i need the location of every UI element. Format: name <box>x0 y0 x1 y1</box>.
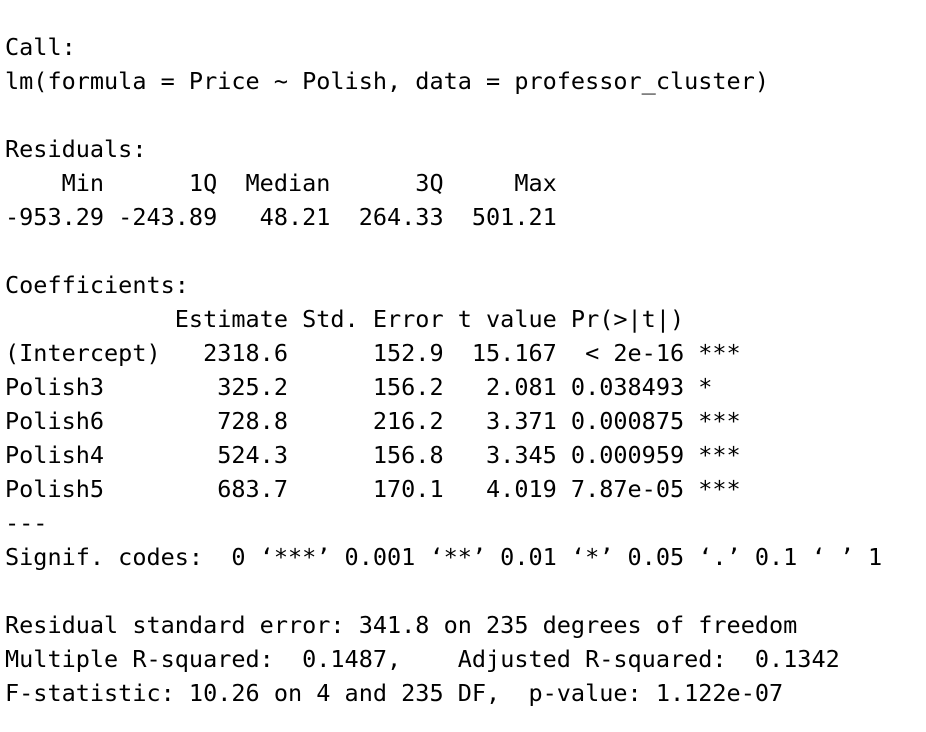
coefficient-row-polish3: Polish3 325.2 156.2 2.081 0.038493 * <box>5 373 741 401</box>
coefficient-row-polish5: Polish5 683.7 170.1 4.019 7.87e-05 *** <box>5 475 741 503</box>
r-squared: Multiple R-squared: 0.1487, Adjusted R-s… <box>5 645 854 673</box>
coefficients-label: Coefficients: <box>5 271 189 299</box>
separator: --- <box>5 509 48 537</box>
residuals-header: Min 1Q Median 3Q Max <box>5 169 571 197</box>
r-console-output: Call: lm(formula = Price ~ Polish, data … <box>5 30 921 710</box>
call-formula: lm(formula = Price ~ Polish, data = prof… <box>5 67 770 95</box>
coefficients-header: Estimate Std. Error t value Pr(>|t|) <box>5 305 741 333</box>
residuals-label: Residuals: <box>5 135 147 163</box>
coefficient-row-polish4: Polish4 524.3 156.8 3.345 0.000959 *** <box>5 441 741 469</box>
residual-std-error: Residual standard error: 341.8 on 235 de… <box>5 611 798 639</box>
call-label: Call: <box>5 33 76 61</box>
residuals-values: -953.29 -243.89 48.21 264.33 501.21 <box>5 203 571 231</box>
coefficient-row-polish6: Polish6 728.8 216.2 3.371 0.000875 *** <box>5 407 741 435</box>
signif-codes: Signif. codes: 0 ‘***’ 0.001 ‘**’ 0.01 ‘… <box>5 543 883 571</box>
coefficient-row-intercept: (Intercept) 2318.6 152.9 15.167 < 2e-16 … <box>5 339 741 367</box>
f-statistic: F-statistic: 10.26 on 4 and 235 DF, p-va… <box>5 679 784 707</box>
